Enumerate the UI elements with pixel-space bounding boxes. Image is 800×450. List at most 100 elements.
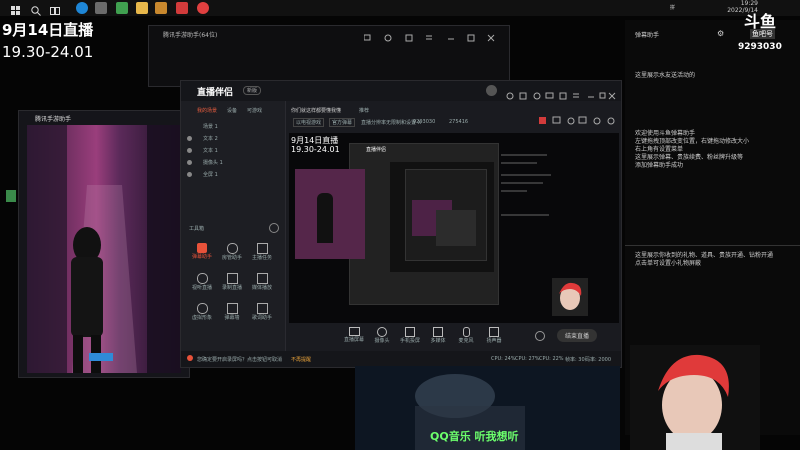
tool-item[interactable]: 弹幕墙 [217,303,247,329]
source-tool[interactable]: 扬声器 [481,327,507,344]
scene-root[interactable]: 场景 1 [203,123,218,130]
game-character [71,257,103,337]
user-avatar[interactable] [486,85,497,96]
lock-icon [567,117,575,125]
source-tool-label: 手机投屏 [399,338,420,344]
recorder-icon[interactable] [197,2,209,14]
gift-icon [559,92,567,100]
wechat-icon[interactable] [95,2,107,14]
source-tool[interactable]: 手机投屏 [397,327,423,344]
app-icon[interactable] [116,2,128,14]
source-tool-label: 扬声器 [486,338,502,344]
folder-icon[interactable] [155,2,167,14]
status-metric: 码率: 2000 [585,357,611,363]
record-icon[interactable] [176,2,188,14]
douyu-logo: 斗鱼 鱼吧号 9293030 [738,8,790,52]
bell-icon [593,117,601,125]
category-tag[interactable]: 以电视游戏 [293,118,325,127]
recommend-tag[interactable]: 推荐 [359,107,369,114]
status-metric: CPU: 22% [539,356,564,362]
danmaku-icon [197,243,207,253]
eye-icon[interactable] [187,160,192,165]
message-icon [578,116,587,124]
streamer-webcam-small [552,278,588,316]
tool-label: 房管助手 [221,255,242,261]
status-metric: CPU: 24% [491,356,516,362]
notice-text: 您确定要开启录屏吗？点击按钮可取消 [197,357,283,363]
edge-browser-icon[interactable] [76,2,88,14]
source-tool[interactable]: 麦克风 [453,327,479,344]
eye-icon[interactable] [187,148,192,153]
phone-game-window[interactable]: 腾讯手游助手 [18,110,190,378]
welcome-line: 这里展示弹幕、贵族续费、粉丝牌升级等 [635,154,744,161]
tool-label: 录制直播 [221,285,242,291]
qq-music-lyric: QQ音乐 听我想听 [430,430,519,443]
nested-brand: 直播伴侣 [366,147,387,153]
tool-item[interactable]: 媒体播放 [247,273,277,299]
task-view-icon[interactable] [49,2,61,15]
tab-devices[interactable]: 设备 [227,107,237,114]
tab-my-scenes[interactable]: 我的场景 [197,107,217,114]
tab-games[interactable]: 可游戏 [247,107,262,114]
tool-item[interactable]: 录制直播 [217,273,247,299]
multimedia-icon [433,327,443,337]
settings-icon[interactable]: ⚙ [717,30,724,38]
source-tool[interactable]: 多媒体 [425,327,451,344]
end-live-button[interactable]: 结束直播 [557,329,598,342]
tool-item[interactable]: 主播任务 [247,243,277,269]
gift-line: 这里展示水友送活动的 [635,72,696,79]
scene-item[interactable]: 文本 1 [185,147,281,157]
source-toolbar: 直播屏幕 摄像头 手机投屏 多媒体 麦克风 扬声器 结束直播 [341,327,621,349]
tool-label: 视听直播 [191,285,212,291]
lyrics-icon [256,303,268,314]
scene-item[interactable]: 摄像头 1 [185,159,281,169]
clock-time: 19:29 [740,0,758,7]
tool-item[interactable]: 弹幕助手 [187,243,217,269]
tool-item[interactable]: 视听直播 [187,273,217,299]
gift-notice-section: 这里展示你收到的礼物、道具、贵族开通、钻粉开通 点击单可设置小礼物屏蔽 [635,252,773,268]
settings-icon[interactable] [535,331,545,341]
start-icon[interactable] [10,2,22,15]
gift-notice-line: 点击单可设置小礼物屏蔽 [635,260,702,267]
tool-label: 媒体播放 [251,285,272,291]
tool-item[interactable]: 房管助手 [217,243,247,269]
more-tools-icon[interactable] [269,223,279,233]
header-actions [539,111,619,125]
room-number: 9293030 [413,119,436,125]
welcome-line: 添加弹幕助手成功 [635,162,684,169]
eye-icon[interactable] [187,172,192,177]
scene-item-label: 全屏 1 [203,172,218,178]
scene-item[interactable]: 文本 2 [185,135,281,145]
live-companion-window[interactable]: 直播伴侣 新版 我的场景 设备 可游戏 场景 1 文本 2 文本 1 摄像头 1… [180,80,622,368]
camera-icon [377,327,387,337]
tool-label: 虚拟形象 [191,315,212,321]
status-metric: 帧率: 30 [565,357,585,363]
search-icon[interactable] [30,2,42,16]
input-language[interactable]: 拼 [670,4,675,11]
folder-icon[interactable] [136,2,148,14]
tool-item[interactable]: 歌词助手 [247,303,277,329]
official-danmaku-tag[interactable]: 官方弹幕 [329,118,356,127]
speaker-icon [489,327,499,337]
notice-link[interactable]: 不再提醒 [291,356,311,363]
scene-item-label: 摄像头 1 [203,160,223,166]
desktop-shortcut-icon[interactable] [6,190,16,202]
stream-date-title: 9月14日直播 [2,21,94,39]
back-icon [384,34,392,42]
game-scene [27,125,181,373]
game-assistant-window[interactable]: 腾讯手游助手(64位) [148,25,510,87]
stream-title[interactable]: 你们就这样都要懂我懂 [291,107,341,114]
source-tool[interactable]: 直播屏幕 [341,327,367,343]
preview-time: 19.30-24.01 [291,145,340,154]
source-tool[interactable]: 摄像头 [369,327,395,344]
mail-icon [545,92,554,99]
scene-sidebar: 我的场景 设备 可游戏 场景 1 文本 2 文本 1 摄像头 1 全屏 1 工具… [181,101,286,351]
toolkit-label: 工具箱 [189,226,205,232]
room-manager-icon [226,243,238,254]
tool-label: 主播任务 [251,255,272,261]
scene-item[interactable]: 全屏 1 [185,171,281,181]
stream-time-range: 19.30-24.01 [2,43,94,61]
eye-icon[interactable] [187,136,192,141]
tool-item[interactable]: 虚拟形象 [187,303,217,329]
edition-badge[interactable]: 新版 [243,86,262,95]
